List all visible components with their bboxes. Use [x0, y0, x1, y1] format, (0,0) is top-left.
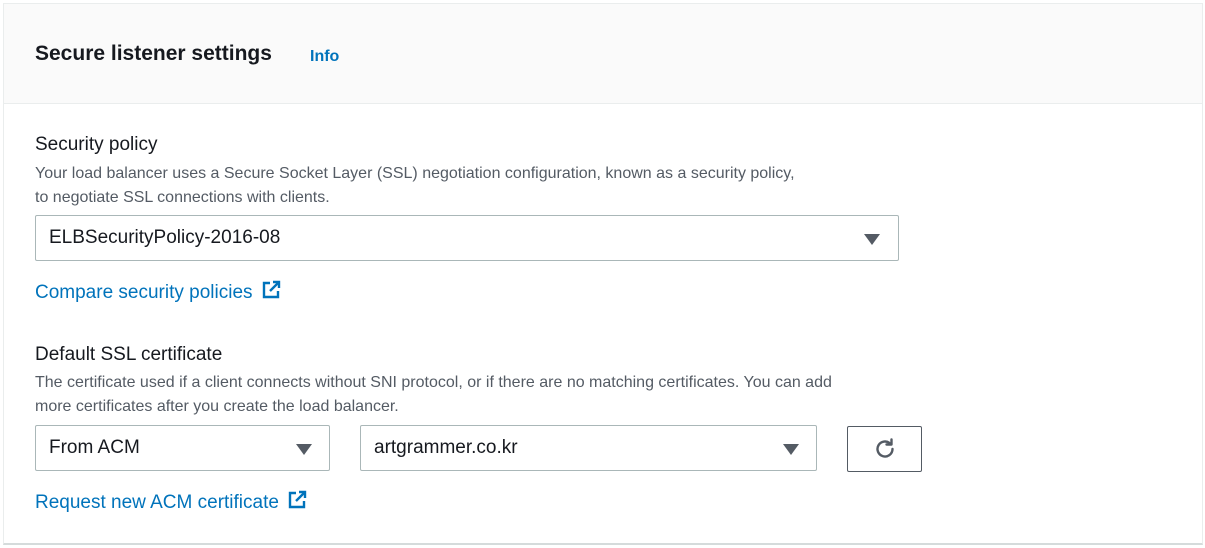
caret-down-icon: [783, 444, 799, 455]
security-policy-label: Security policy: [35, 134, 158, 155]
certificate-source-select[interactable]: From ACM: [35, 425, 330, 471]
request-acm-certificate-label: Request new ACM certificate: [35, 492, 279, 513]
compare-security-policies-link[interactable]: Compare security policies: [35, 280, 281, 304]
ssl-certificate-description-line1: The certificate used if a client connect…: [35, 374, 832, 391]
external-link-icon: [262, 280, 280, 299]
refresh-certificates-button[interactable]: [847, 426, 922, 472]
security-policy-description-line1: Your load balancer uses a Secure Socket …: [35, 165, 795, 182]
info-link[interactable]: Info: [310, 48, 339, 66]
certificate-selected-value: artgrammer.co.kr: [374, 437, 518, 458]
security-policy-description: Your load balancer uses a Secure Socket …: [35, 162, 795, 210]
ssl-certificate-label: Default SSL certificate: [35, 344, 223, 365]
certificate-select[interactable]: artgrammer.co.kr: [360, 425, 817, 471]
refresh-icon: [876, 438, 894, 458]
panel-title: Secure listener settings: [35, 42, 272, 65]
ssl-certificate-description-line2: more certificates after you create the l…: [35, 398, 399, 415]
request-acm-certificate-link[interactable]: Request new ACM certificate: [35, 490, 307, 514]
certificate-source-selected-value: From ACM: [49, 437, 140, 458]
compare-security-policies-label: Compare security policies: [35, 282, 253, 303]
secure-listener-settings-panel: Secure listener settings Info Security p…: [3, 3, 1203, 545]
ssl-certificate-description: The certificate used if a client connect…: [35, 371, 832, 419]
security-policy-select[interactable]: ELBSecurityPolicy-2016-08: [35, 215, 899, 261]
caret-down-icon: [296, 444, 312, 455]
external-link-icon: [288, 490, 307, 509]
caret-down-icon: [864, 234, 880, 245]
panel-header: Secure listener settings Info: [4, 4, 1202, 104]
security-policy-selected-value: ELBSecurityPolicy-2016-08: [49, 227, 281, 248]
security-policy-description-line2: to negotiate SSL connections with client…: [35, 189, 330, 206]
